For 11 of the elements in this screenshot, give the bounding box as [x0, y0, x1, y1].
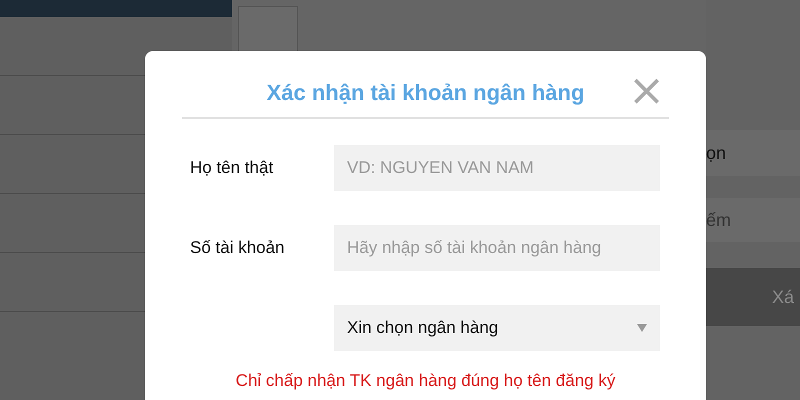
- field-text: ếm: [706, 210, 732, 230]
- button-text: Xá: [772, 286, 794, 308]
- field-label: Họ tên thật: [190, 158, 274, 178]
- input-field[interactable]: VD: NGUYEN VAN NAM: [334, 145, 660, 191]
- bank-dropdown[interactable]: Xin chọn ngân hàng: [334, 305, 660, 351]
- notice-text: Chỉ chấp nhận TK ngân hàng đúng họ tên đăng ký: [234, 371, 616, 391]
- input-field[interactable]: Hãy nhập số tài khoản ngân hàng: [334, 225, 660, 271]
- field-label: Số tài khoản: [190, 238, 286, 258]
- dialog-title: Xác nhận tài khoản ngân hàng: [266, 80, 584, 106]
- caret-icon: [637, 324, 647, 332]
- option-text: ọn: [706, 142, 726, 164]
